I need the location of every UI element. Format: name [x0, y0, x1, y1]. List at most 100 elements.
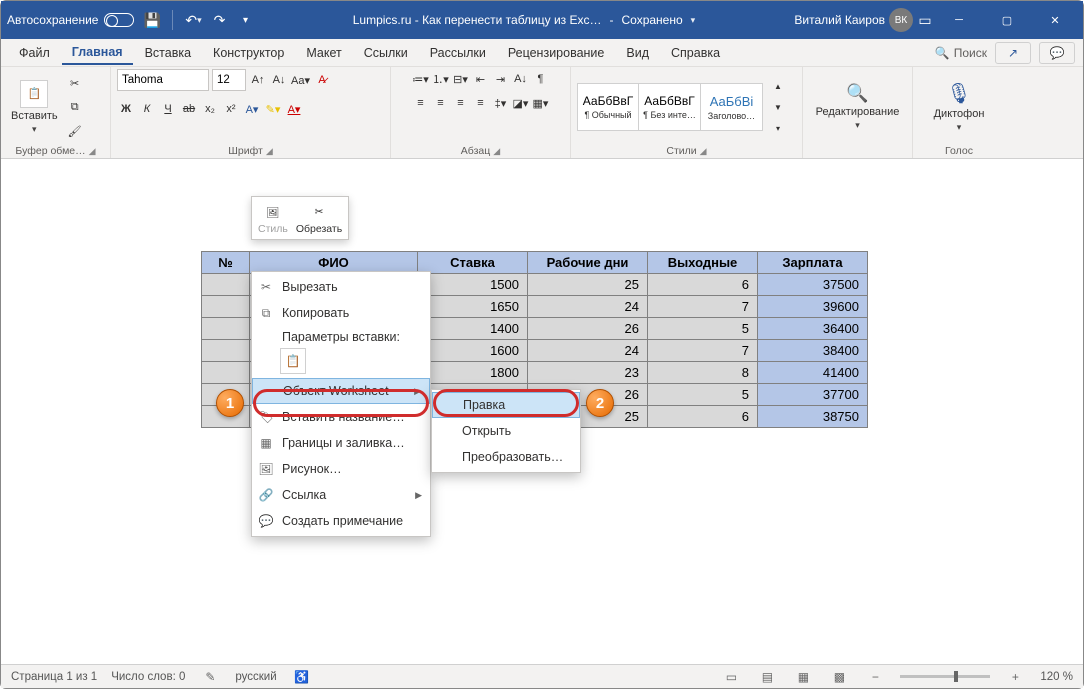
align-right-icon[interactable]: ≡: [452, 93, 470, 113]
styles-up-icon[interactable]: ▲: [769, 76, 787, 96]
style-heading1[interactable]: АаБбВіЗаголово…: [701, 83, 763, 131]
status-language[interactable]: русский: [235, 671, 276, 683]
format-painter-icon[interactable]: 🖌: [66, 121, 84, 141]
indent-icon[interactable]: ⇥: [492, 69, 510, 89]
change-case-icon[interactable]: Aa▾: [291, 70, 310, 90]
chevron-down-icon[interactable]: ▾: [691, 15, 696, 26]
dialog-launcher-icon[interactable]: ◢: [266, 146, 273, 157]
tab-references[interactable]: Ссылки: [354, 42, 418, 64]
style-normal[interactable]: АаБбВвГ¶ Обычный: [577, 83, 639, 131]
numbering-icon[interactable]: ⒈▾: [432, 69, 450, 89]
underline-button[interactable]: Ч: [159, 99, 177, 119]
font-name-combo[interactable]: Tahoma: [117, 69, 209, 91]
tab-review[interactable]: Рецензирование: [498, 42, 615, 64]
web-layout-icon[interactable]: ▩: [828, 668, 850, 686]
search-box[interactable]: 🔍Поиск: [935, 46, 987, 60]
ribbon-options-icon[interactable]: ▭: [917, 12, 933, 28]
tab-design[interactable]: Конструктор: [203, 42, 294, 64]
tab-mailings[interactable]: Рассылки: [420, 42, 496, 64]
highlight-icon[interactable]: ✎▾: [264, 99, 282, 119]
multilevel-icon[interactable]: ⊟▾: [452, 69, 470, 89]
ctx-copy[interactable]: ⧉Копировать: [252, 300, 430, 326]
saved-status[interactable]: Сохранено: [622, 13, 683, 27]
styles-more-icon[interactable]: ▾: [769, 118, 787, 138]
tab-home[interactable]: Главная: [62, 41, 133, 65]
share-button[interactable]: ↗: [995, 42, 1031, 64]
ctx-convert[interactable]: Преобразовать…: [432, 444, 580, 470]
ctx-borders-shading[interactable]: ▦Границы и заливка…: [252, 430, 430, 456]
tab-file[interactable]: Файл: [9, 42, 60, 64]
spellcheck-icon[interactable]: ✎: [199, 668, 221, 686]
tab-layout[interactable]: Макет: [296, 42, 351, 64]
minimize-button[interactable]: ─: [937, 5, 981, 35]
tab-insert[interactable]: Вставка: [135, 42, 201, 64]
dialog-launcher-icon[interactable]: ◢: [89, 146, 96, 157]
status-words[interactable]: Число слов: 0: [111, 671, 185, 683]
borders-icon[interactable]: ▦▾: [532, 93, 550, 113]
save-icon[interactable]: 💾: [144, 12, 160, 28]
ctx-link[interactable]: 🔗Ссылка▶: [252, 482, 430, 508]
text-effects-icon[interactable]: A▾: [243, 99, 261, 119]
zoom-slider[interactable]: [900, 675, 990, 678]
align-left-icon[interactable]: ≡: [412, 93, 430, 113]
read-mode-icon[interactable]: ▤: [756, 668, 778, 686]
crop-button[interactable]: ✂Обрезать: [296, 201, 342, 235]
maximize-button[interactable]: ▢: [985, 5, 1029, 35]
bullets-icon[interactable]: ≔▾: [412, 69, 430, 89]
styles-down-icon[interactable]: ▼: [769, 97, 787, 117]
justify-icon[interactable]: ≡: [472, 93, 490, 113]
ctx-cut[interactable]: ✂Вырезать: [252, 274, 430, 300]
qat-more-icon[interactable]: ▾: [237, 12, 253, 28]
strike-button[interactable]: ab: [180, 99, 198, 119]
status-page[interactable]: Страница 1 из 1: [11, 671, 97, 683]
editing-button[interactable]: 🔍Редактирование▾: [812, 81, 904, 133]
align-center-icon[interactable]: ≡: [432, 93, 450, 113]
dialog-launcher-icon[interactable]: ◢: [493, 146, 500, 157]
ctx-worksheet-object[interactable]: Объект Worksheet▶: [252, 378, 430, 404]
superscript-button[interactable]: x²: [222, 99, 240, 119]
zoom-out-button[interactable]: −: [864, 668, 886, 686]
accessibility-icon[interactable]: ♿: [291, 668, 313, 686]
focus-mode-icon[interactable]: ▭: [720, 668, 742, 686]
dictate-button[interactable]: 🎙Диктофон▾: [930, 79, 989, 135]
style-button[interactable]: 🖼Стиль: [258, 201, 288, 235]
tab-help[interactable]: Справка: [661, 42, 730, 64]
line-spacing-icon[interactable]: ‡▾: [492, 93, 510, 113]
toggle-off-icon[interactable]: [104, 13, 134, 27]
ctx-picture[interactable]: 🖼Рисунок…: [252, 456, 430, 482]
comments-button[interactable]: 💬: [1039, 42, 1075, 64]
tab-view[interactable]: Вид: [616, 42, 659, 64]
font-color-icon[interactable]: A▾: [285, 99, 303, 119]
clear-format-icon[interactable]: A̷: [313, 70, 331, 90]
style-no-spacing[interactable]: АаБбВвГ¶ Без инте…: [639, 83, 701, 131]
ctx-edit[interactable]: Правка: [432, 392, 580, 418]
group-font: Tahoma 12 A↑ A↓ Aa▾ A̷ Ж К Ч ab x₂ x² A▾…: [111, 67, 391, 158]
outdent-icon[interactable]: ⇤: [472, 69, 490, 89]
redo-icon[interactable]: ↷: [211, 12, 227, 28]
zoom-in-button[interactable]: +: [1004, 668, 1026, 686]
zoom-value[interactable]: 120 %: [1040, 671, 1073, 683]
user-name[interactable]: Виталий Каиров: [794, 13, 885, 27]
avatar[interactable]: ВК: [889, 8, 913, 32]
copy-icon[interactable]: ⧉: [66, 97, 84, 117]
ctx-insert-caption[interactable]: 🏷Вставить название…: [252, 404, 430, 430]
dialog-launcher-icon[interactable]: ◢: [700, 146, 707, 157]
sort-icon[interactable]: A↓: [512, 69, 530, 89]
print-layout-icon[interactable]: ▦: [792, 668, 814, 686]
subscript-button[interactable]: x₂: [201, 99, 219, 119]
ctx-new-comment[interactable]: 💬Создать примечание: [252, 508, 430, 534]
shrink-font-icon[interactable]: A↓: [270, 70, 288, 90]
bold-button[interactable]: Ж: [117, 99, 135, 119]
cut-icon[interactable]: ✂: [66, 73, 84, 93]
autosave-toggle[interactable]: Автосохранение: [7, 13, 134, 27]
paste-button[interactable]: 📋Вставить▾: [7, 78, 62, 137]
shading-icon[interactable]: ◪▾: [512, 93, 530, 113]
ctx-open[interactable]: Открыть: [432, 418, 580, 444]
paste-option-icon[interactable]: 📋: [280, 348, 306, 374]
undo-icon[interactable]: ↶▾: [185, 12, 201, 28]
italic-button[interactable]: К: [138, 99, 156, 119]
show-marks-icon[interactable]: ¶: [532, 69, 550, 89]
font-size-combo[interactable]: 12: [212, 69, 246, 91]
close-button[interactable]: ✕: [1033, 5, 1077, 35]
grow-font-icon[interactable]: A↑: [249, 70, 267, 90]
